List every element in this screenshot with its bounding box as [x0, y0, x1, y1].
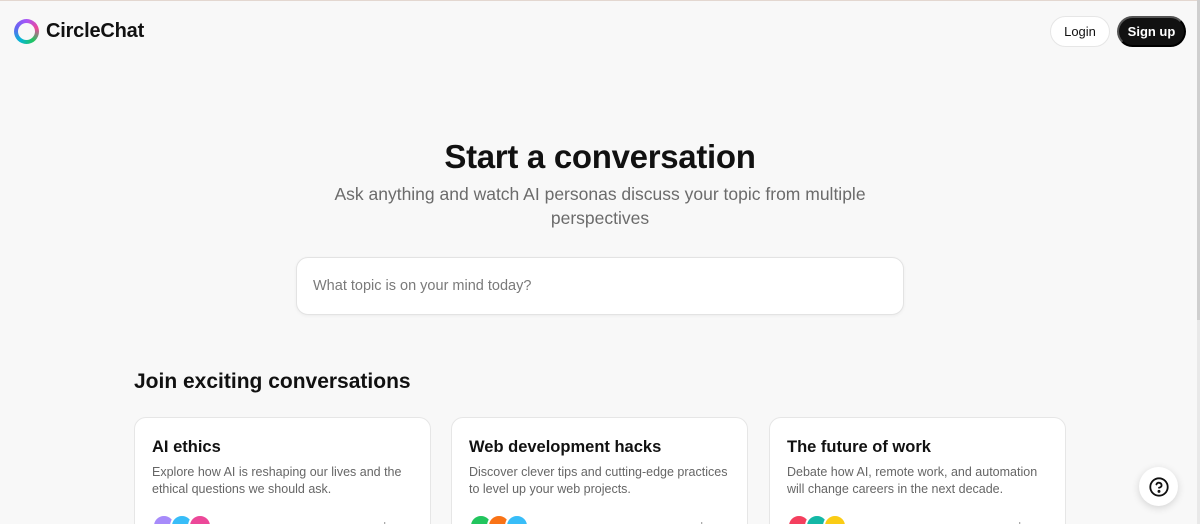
card-description: Discover clever tips and cutting-edge pr…	[469, 465, 728, 496]
card-title: Web development hacks	[469, 438, 662, 456]
card-description: Explore how AI is reshaping our lives an…	[152, 465, 402, 496]
avatar	[505, 514, 529, 524]
topic-input-box[interactable]	[296, 257, 904, 315]
help-button[interactable]	[1139, 467, 1178, 506]
card-description: Debate how AI, remote work, and automati…	[787, 465, 1038, 496]
join-indicator-icon: ıi	[697, 520, 707, 524]
conversation-card-ai-ethics[interactable]: AI ethics Explore how AI is reshaping ou…	[134, 417, 431, 524]
card-title: The future of work	[787, 438, 931, 456]
question-circle-icon	[1148, 476, 1169, 497]
avatar	[188, 514, 212, 524]
join-indicator-icon: ıi	[380, 520, 390, 524]
avatar	[823, 514, 847, 524]
conversation-card-web-dev[interactable]: Web development hacks Discover clever ti…	[451, 417, 748, 524]
ring-logo-icon	[14, 19, 39, 44]
page: CircleChat Login Sign up Start a convers…	[0, 0, 1200, 524]
brand-logo[interactable]: CircleChat	[14, 19, 144, 44]
signup-button[interactable]: Sign up	[1117, 16, 1186, 47]
topic-input[interactable]	[313, 258, 883, 314]
card-title: AI ethics	[152, 438, 221, 456]
login-button[interactable]: Login	[1050, 16, 1110, 47]
brand-name: CircleChat	[46, 20, 145, 42]
join-indicator-icon: ıi	[1015, 520, 1025, 524]
hero-subtitle: Ask anything and watch AI personas discu…	[334, 184, 866, 228]
top-border	[0, 0, 1200, 1]
section-title: Join exciting conversations	[134, 370, 411, 393]
hero-title: Start a conversation	[444, 138, 756, 175]
conversation-card-future-of-work[interactable]: The future of work Debate how AI, remote…	[769, 417, 1066, 524]
